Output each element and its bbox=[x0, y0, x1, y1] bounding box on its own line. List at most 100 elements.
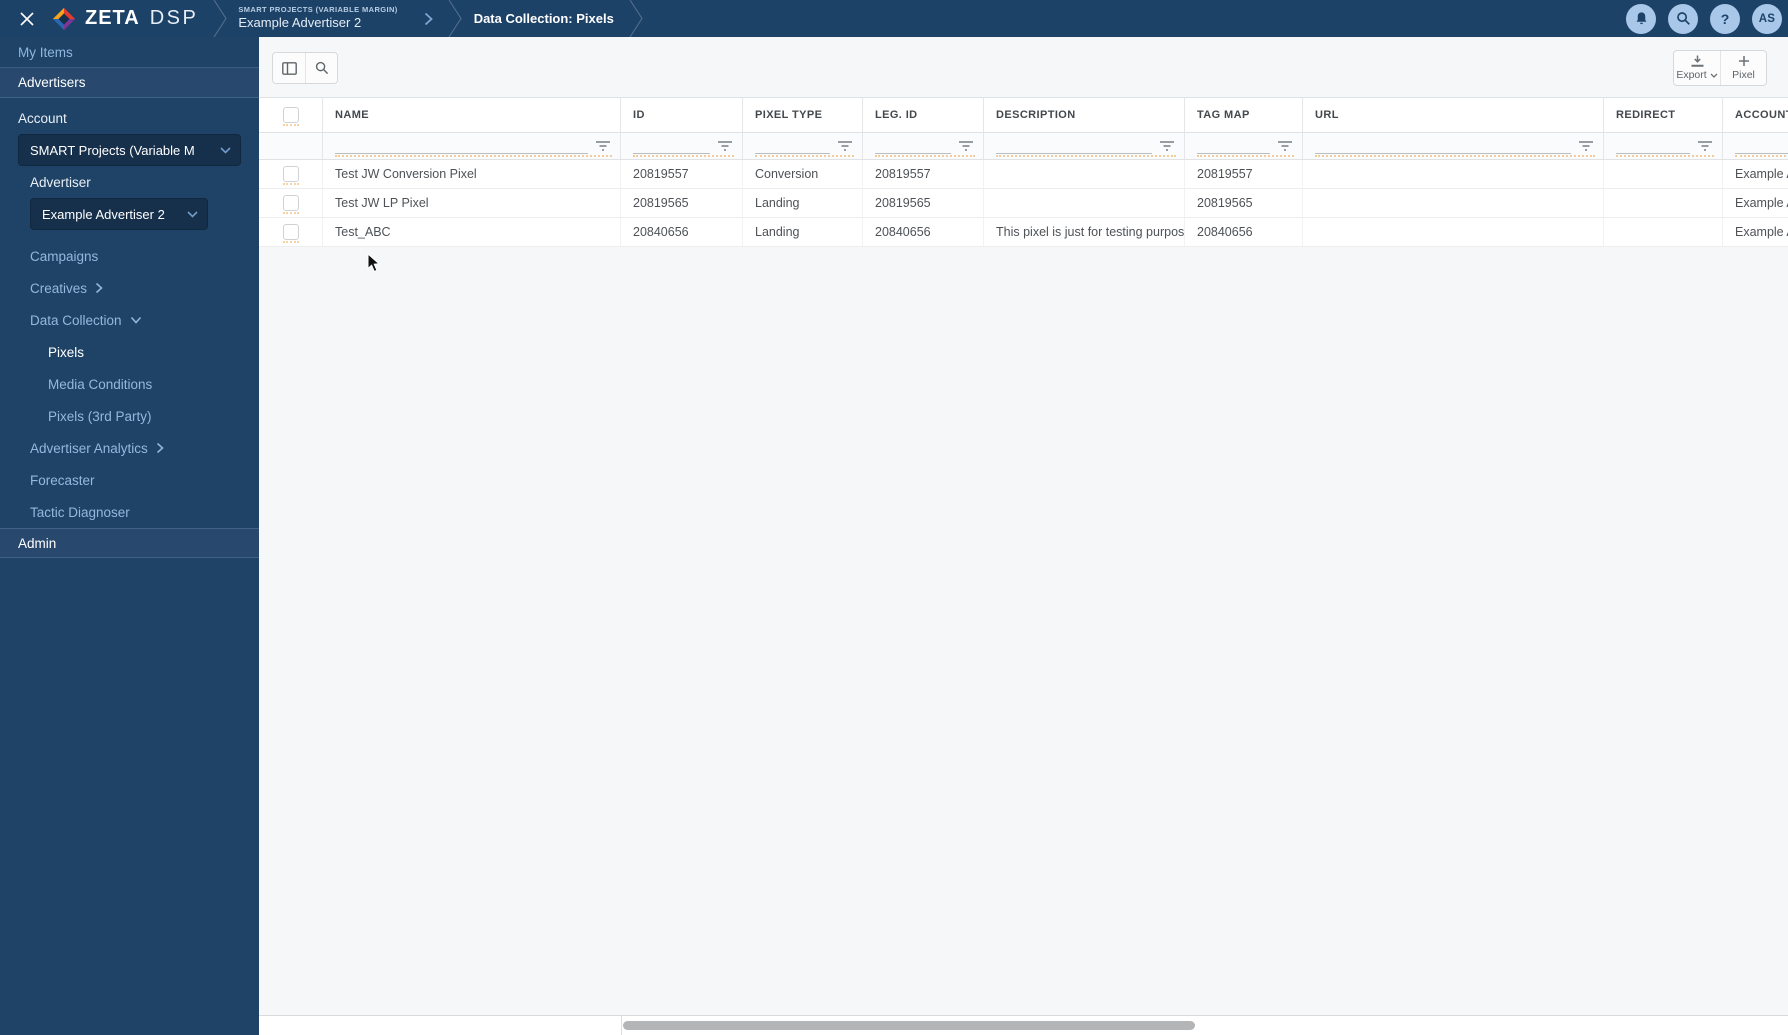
breadcrumb-advertiser[interactable]: SMART PROJECTS (VARIABLE MARGIN) Example… bbox=[238, 5, 397, 32]
table-row[interactable]: Test JW LP Pixel 20819565 Landing 208195… bbox=[259, 189, 1788, 218]
column-settings-button[interactable] bbox=[273, 53, 305, 83]
filter-icon[interactable] bbox=[1159, 140, 1175, 152]
user-avatar[interactable]: AS bbox=[1752, 3, 1782, 34]
filter-cell-id bbox=[621, 133, 743, 159]
cell-redirect bbox=[1604, 189, 1723, 217]
sidebar-item-advertiser-analytics[interactable]: Advertiser Analytics bbox=[0, 432, 259, 464]
filter-cell-empty bbox=[259, 133, 323, 159]
table-search-button[interactable] bbox=[305, 53, 337, 83]
cell-redirect bbox=[1604, 160, 1723, 188]
row-checkbox[interactable] bbox=[282, 195, 299, 214]
brand-suffix: DSP bbox=[149, 7, 199, 29]
breadcrumb-current-page[interactable]: Data Collection: Pixels bbox=[474, 11, 614, 26]
breadcrumb-expand-icon[interactable] bbox=[424, 12, 433, 26]
cell-id: 20819557 bbox=[621, 160, 743, 188]
cell-description bbox=[984, 160, 1185, 188]
filter-input-tag-map[interactable] bbox=[1197, 138, 1270, 154]
close-icon[interactable] bbox=[16, 8, 38, 30]
notifications-button[interactable] bbox=[1626, 3, 1656, 34]
column-header-id[interactable]: ID bbox=[621, 98, 743, 132]
cell-description bbox=[984, 189, 1185, 217]
column-header-tag-map[interactable]: TAG MAP bbox=[1185, 98, 1303, 132]
sidebar-nav: Campaigns Creatives Data Collection Pixe… bbox=[0, 240, 259, 528]
filter-input-leg-id[interactable] bbox=[875, 138, 951, 154]
filter-input-url[interactable] bbox=[1315, 138, 1571, 154]
sidebar-item-campaigns[interactable]: Campaigns bbox=[0, 240, 259, 272]
filter-icon[interactable] bbox=[1697, 140, 1713, 152]
sidebar: My Items Advertisers Account SMART Proje… bbox=[0, 37, 259, 1035]
help-button[interactable]: ? bbox=[1710, 3, 1740, 34]
filter-icon[interactable] bbox=[837, 140, 853, 152]
table-header-row: NAME ID PIXEL TYPE LEG. ID DESCRIPTION T… bbox=[259, 98, 1788, 133]
filter-input-name[interactable] bbox=[335, 138, 588, 154]
action-buttons: Export Pixel bbox=[1673, 50, 1767, 86]
row-checkbox[interactable] bbox=[282, 224, 299, 243]
global-search-button[interactable] bbox=[1668, 3, 1698, 34]
cell-account: Example A bbox=[1723, 218, 1788, 246]
chevron-right-icon bbox=[156, 442, 164, 454]
scrollbar-thumb[interactable] bbox=[623, 1021, 1195, 1030]
cell-pixel-type: Landing bbox=[743, 218, 863, 246]
cell-url bbox=[1303, 218, 1604, 246]
horizontal-scrollbar[interactable] bbox=[259, 1015, 1788, 1035]
sidebar-item-forecaster[interactable]: Forecaster bbox=[0, 464, 259, 496]
bell-icon bbox=[1636, 12, 1646, 25]
sidebar-section-advertisers[interactable]: Advertisers bbox=[0, 68, 259, 98]
sidebar-item-media-conditions[interactable]: Media Conditions bbox=[0, 368, 259, 400]
scrollbar-divider bbox=[621, 1016, 622, 1035]
column-header-redirect[interactable]: REDIRECT bbox=[1604, 98, 1723, 132]
sidebar-item-data-collection[interactable]: Data Collection bbox=[0, 304, 259, 336]
plus-icon bbox=[1738, 56, 1749, 66]
filter-icon[interactable] bbox=[717, 140, 733, 152]
cell-redirect bbox=[1604, 218, 1723, 246]
column-header-url[interactable]: URL bbox=[1303, 98, 1604, 132]
filter-icon[interactable] bbox=[595, 140, 611, 152]
table-row[interactable]: Test JW Conversion Pixel 20819557 Conver… bbox=[259, 160, 1788, 189]
breadcrumb-separator-icon bbox=[213, 0, 227, 37]
sidebar-item-pixels-3rd-party[interactable]: Pixels (3rd Party) bbox=[0, 400, 259, 432]
column-header-name[interactable]: NAME bbox=[323, 98, 621, 132]
caret-down-icon bbox=[1710, 73, 1718, 78]
sidebar-section-admin[interactable]: Admin bbox=[0, 528, 259, 558]
cell-url bbox=[1303, 160, 1604, 188]
column-header-description[interactable]: DESCRIPTION bbox=[984, 98, 1185, 132]
zeta-logo-icon bbox=[51, 6, 77, 32]
sidebar-item-creatives[interactable]: Creatives bbox=[0, 272, 259, 304]
download-icon bbox=[1691, 55, 1703, 67]
filter-input-description[interactable] bbox=[996, 138, 1152, 154]
advertiser-select[interactable]: Example Advertiser 2 bbox=[30, 198, 208, 230]
filter-cell-name bbox=[323, 133, 621, 159]
filter-cell-leg-id bbox=[863, 133, 984, 159]
filter-input-pixel-type[interactable] bbox=[755, 138, 830, 154]
column-header-account[interactable]: ACCOUNT bbox=[1723, 98, 1788, 132]
cell-url bbox=[1303, 189, 1604, 217]
cell-tag-map: 20840656 bbox=[1185, 218, 1303, 246]
filter-input-id[interactable] bbox=[633, 138, 710, 154]
column-header-pixel-type[interactable]: PIXEL TYPE bbox=[743, 98, 863, 132]
add-pixel-button[interactable]: Pixel bbox=[1720, 51, 1766, 85]
sidebar-item-my-items[interactable]: My Items bbox=[0, 37, 259, 68]
filter-input-redirect[interactable] bbox=[1616, 138, 1690, 154]
sidebar-item-tactic-diagnoser[interactable]: Tactic Diagnoser bbox=[0, 496, 259, 528]
column-header-leg-id[interactable]: LEG. ID bbox=[863, 98, 984, 132]
cell-pixel-type: Conversion bbox=[743, 160, 863, 188]
row-checkbox[interactable] bbox=[282, 166, 299, 185]
filter-icon[interactable] bbox=[1277, 140, 1293, 152]
pixels-table: NAME ID PIXEL TYPE LEG. ID DESCRIPTION T… bbox=[259, 97, 1788, 247]
export-button[interactable]: Export bbox=[1674, 51, 1720, 85]
cell-tag-map: 20819557 bbox=[1185, 160, 1303, 188]
advertiser-select-value: Example Advertiser 2 bbox=[42, 206, 165, 222]
filter-input-account[interactable] bbox=[1735, 138, 1788, 154]
account-select-value: SMART Projects (Variable M bbox=[30, 142, 195, 158]
cell-id: 20840656 bbox=[621, 218, 743, 246]
filter-icon[interactable] bbox=[1578, 140, 1594, 152]
table-row[interactable]: Test_ABC 20840656 Landing 20840656 This … bbox=[259, 218, 1788, 247]
advertiser-label: Advertiser bbox=[30, 175, 91, 190]
main-content: Export Pixel NAME ID PIXEL TYPE LEG. ID … bbox=[259, 37, 1788, 1035]
select-all-checkbox[interactable] bbox=[282, 107, 299, 126]
filter-icon[interactable] bbox=[958, 140, 974, 152]
account-select[interactable]: SMART Projects (Variable M bbox=[18, 134, 241, 166]
breadcrumb-separator-icon bbox=[448, 0, 462, 37]
chevron-down-icon bbox=[220, 146, 231, 154]
sidebar-item-pixels[interactable]: Pixels bbox=[0, 336, 259, 368]
